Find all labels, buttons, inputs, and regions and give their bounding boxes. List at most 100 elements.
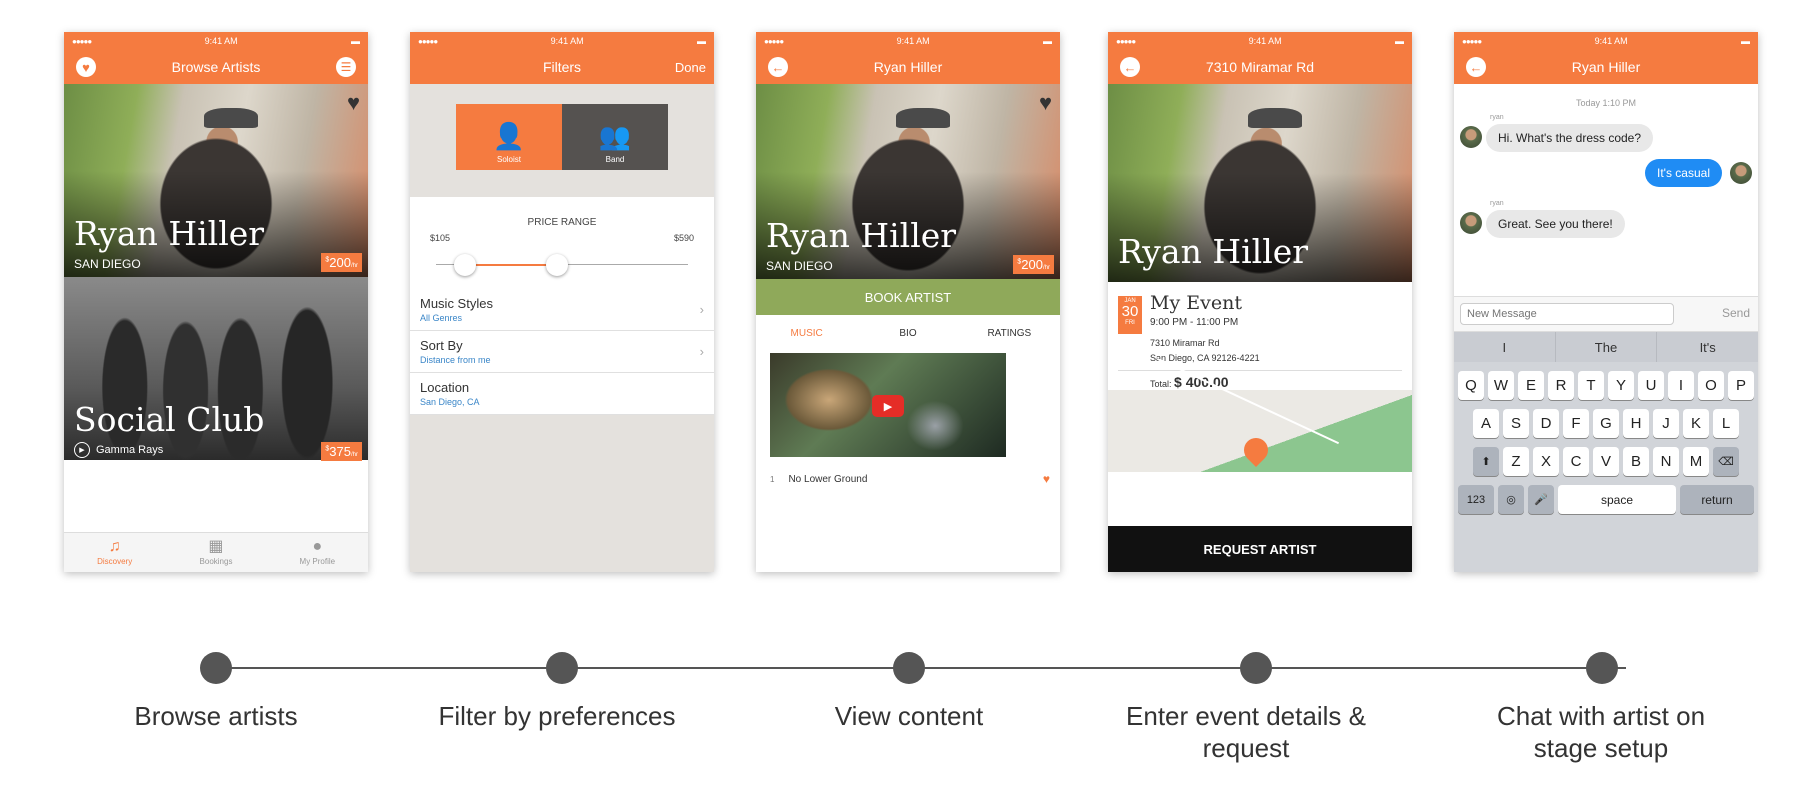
heart-icon[interactable]: ♥ <box>76 57 96 77</box>
key-return[interactable]: return <box>1680 485 1754 514</box>
tab-ratings[interactable]: RATINGS <box>959 315 1060 351</box>
track-title: No Lower Ground <box>788 473 868 485</box>
video-player[interactable]: ▶ <box>770 353 1006 457</box>
track-list-item[interactable]: 1 No Lower Ground ♥ <box>770 472 1050 486</box>
back-arrow-icon[interactable]: ← <box>1120 57 1140 77</box>
key-g[interactable]: G <box>1593 409 1619 438</box>
timeline-dot <box>893 652 925 684</box>
signal-indicator: ●●●●● <box>72 36 92 46</box>
avatar <box>1460 212 1482 234</box>
tab-discovery[interactable]: ♫ Discovery <box>64 533 165 572</box>
filter-row-music-styles[interactable]: Music Styles All Genres › <box>410 289 714 331</box>
segment-soloist[interactable]: 👤 Soloist <box>456 104 562 170</box>
top-bar: ●●●●● 9:41 AM ▬ Filters Done <box>410 32 714 84</box>
event-title: My Event <box>1150 292 1242 314</box>
status-time: 9:41 AM <box>550 36 584 46</box>
key-123[interactable]: 123 <box>1458 485 1494 514</box>
suggestion[interactable]: The <box>1556 332 1658 362</box>
price-value: 200 <box>1021 257 1043 272</box>
key-l[interactable]: L <box>1713 409 1739 438</box>
tab-my-profile[interactable]: ● My Profile <box>267 533 368 572</box>
key-z[interactable]: Z <box>1503 447 1529 476</box>
filter-title: Location <box>420 380 470 395</box>
page-title: Browse Artists <box>171 59 261 75</box>
key-b[interactable]: B <box>1623 447 1649 476</box>
price-value: 200 <box>329 255 351 270</box>
tab-music[interactable]: MUSIC <box>756 315 857 351</box>
key-t[interactable]: T <box>1578 371 1604 400</box>
price-value: 375 <box>329 444 351 459</box>
key-k[interactable]: K <box>1683 409 1709 438</box>
globe-icon[interactable]: ◎ <box>1498 485 1524 514</box>
favorite-heart-icon[interactable]: ♥ <box>1039 90 1052 116</box>
segment-band[interactable]: 👥 Band <box>562 104 668 170</box>
chevron-right-icon: › <box>699 302 704 317</box>
event-map[interactable] <box>1108 357 1412 472</box>
key-u[interactable]: U <box>1638 371 1664 400</box>
key-x[interactable]: X <box>1533 447 1559 476</box>
message-bubble-incoming: Hi. What's the dress code? <box>1486 124 1654 152</box>
track-preview[interactable]: ▶ Gamma Rays <box>74 442 163 458</box>
artist-card-social-club[interactable]: Social Club ▶ Gamma Rays $375/hr <box>64 277 368 461</box>
filter-row-sort-by[interactable]: Sort By Distance from me › <box>410 331 714 373</box>
key-h[interactable]: H <box>1623 409 1649 438</box>
done-button[interactable]: Done <box>675 60 706 75</box>
book-artist-button[interactable]: BOOK ARTIST <box>756 279 1060 315</box>
price-min: $105 <box>430 233 451 243</box>
artist-card-ryan[interactable]: ♥ Ryan Hiller SAN DIEGO $200/hr <box>64 84 368 277</box>
key-e[interactable]: E <box>1518 371 1544 400</box>
music-note-icon: ♫ <box>108 538 121 555</box>
key-c[interactable]: C <box>1563 447 1589 476</box>
key-p[interactable]: P <box>1728 371 1754 400</box>
favorite-heart-icon[interactable]: ♥ <box>347 90 360 116</box>
key-i[interactable]: I <box>1668 371 1694 400</box>
key-n[interactable]: N <box>1653 447 1679 476</box>
send-button[interactable]: Send <box>1722 306 1750 320</box>
heart-icon[interactable]: ♥ <box>1043 472 1050 486</box>
key-j[interactable]: J <box>1653 409 1679 438</box>
sender-name: ryan <box>1490 114 1504 121</box>
nav-bar: Filters Done <box>410 50 714 84</box>
suggestion[interactable]: It's <box>1657 332 1758 362</box>
key-f[interactable]: F <box>1563 409 1589 438</box>
artist-name: Ryan Hiller <box>1118 232 1309 271</box>
keyboard-row-4: 123 ◎ 🎤 space return <box>1454 485 1758 514</box>
key-m[interactable]: M <box>1683 447 1709 476</box>
back-arrow-icon[interactable]: ← <box>768 57 788 77</box>
status-time: 9:41 AM <box>1594 36 1628 46</box>
play-icon[interactable]: ▶ <box>872 395 904 417</box>
key-o[interactable]: O <box>1698 371 1724 400</box>
tab-bookings[interactable]: ▦ Bookings <box>165 533 266 572</box>
key-y[interactable]: Y <box>1608 371 1634 400</box>
timeline-dot <box>546 652 578 684</box>
sliders-icon[interactable]: ☰ <box>336 57 356 77</box>
content-tabs: MUSIC BIO RATINGS <box>756 315 1060 351</box>
suggestion[interactable]: I <box>1454 332 1556 362</box>
key-d[interactable]: D <box>1533 409 1559 438</box>
key-w[interactable]: W <box>1488 371 1514 400</box>
shift-icon[interactable]: ⬆ <box>1473 447 1499 476</box>
message-input[interactable] <box>1460 303 1674 325</box>
page-title: Ryan Hiller <box>873 59 943 75</box>
battery-icon: ▬ <box>1394 36 1404 46</box>
filter-row-location[interactable]: Location San Diego, CA <box>410 373 714 415</box>
key-s[interactable]: S <box>1503 409 1529 438</box>
artist-hero: ♥ Ryan Hiller SAN DIEGO $200/hr <box>756 84 1060 279</box>
key-space[interactable]: space <box>1558 485 1676 514</box>
key-a[interactable]: A <box>1473 409 1499 438</box>
slider-thumb-min[interactable] <box>454 254 476 276</box>
tab-bio[interactable]: BIO <box>857 315 958 351</box>
key-v[interactable]: V <box>1593 447 1619 476</box>
backspace-icon[interactable]: ⌫ <box>1713 447 1739 476</box>
key-r[interactable]: R <box>1548 371 1574 400</box>
request-artist-button[interactable]: REQUEST ARTIST <box>1108 526 1412 572</box>
back-arrow-icon[interactable]: ← <box>1466 57 1486 77</box>
play-icon[interactable]: ▶ <box>74 442 90 458</box>
filter-value: Distance from me <box>420 355 491 365</box>
microphone-icon[interactable]: 🎤 <box>1528 485 1554 514</box>
segment-label: Band <box>605 155 625 164</box>
slider-thumb-max[interactable] <box>546 254 568 276</box>
filter-title: Music Styles <box>420 296 493 311</box>
keyboard-row-2: ASDFGHJKL <box>1454 409 1758 438</box>
key-q[interactable]: Q <box>1458 371 1484 400</box>
